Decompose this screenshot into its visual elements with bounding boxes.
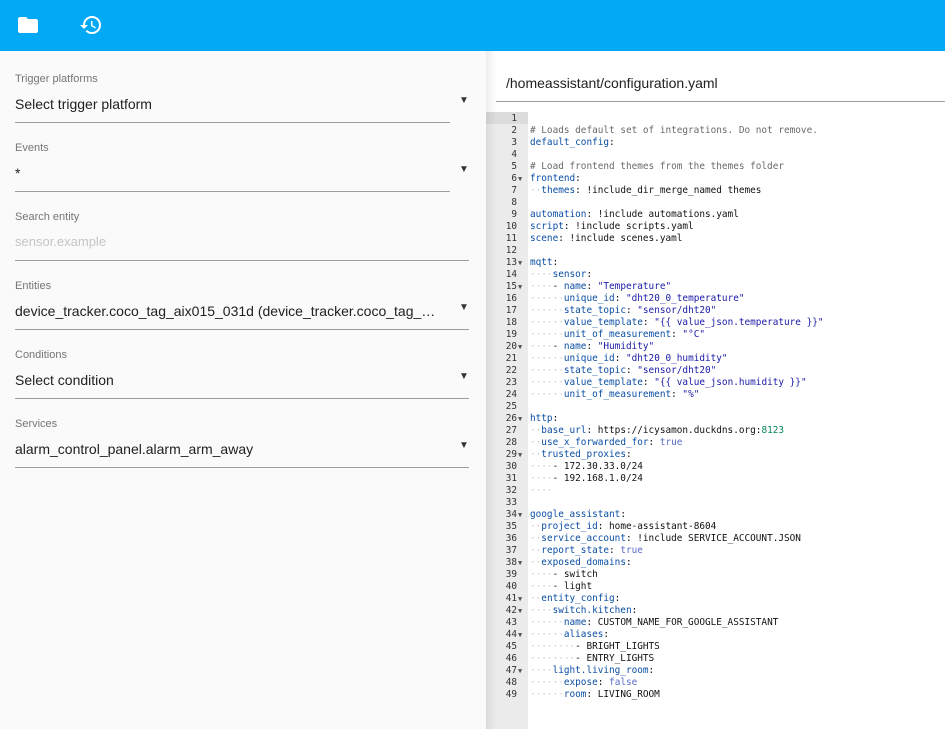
code-line[interactable]: ······unit_of_measurement: "%" [530,389,699,401]
code-line[interactable]: scene: !include scenes.yaml [530,233,682,245]
fold-toggle-icon[interactable]: ▼ [518,413,522,425]
fold-toggle-icon[interactable]: ▼ [518,593,522,605]
top-toolbar [0,0,945,51]
entities-label: Entities [15,280,52,292]
fold-toggle-icon[interactable]: ▼ [518,665,522,677]
code-line[interactable]: ····- name: "Temperature" [530,281,671,293]
code-line[interactable]: # Load frontend themes from the themes f… [530,161,784,173]
field-underline [15,191,450,192]
search-entity-label: Search entity [15,211,80,223]
code-line[interactable]: ··base_url: https://icysamon.duckdns.org… [530,425,784,437]
field-underline [15,122,450,123]
code-line[interactable]: ····- light [530,581,592,593]
code-line[interactable]: ··service_account: !include SERVICE_ACCO… [530,533,801,545]
code-line[interactable]: ····- 192.168.1.0/24 [530,473,643,485]
code-line[interactable]: ······room: LIVING_ROOM [530,689,660,701]
file-path[interactable]: /homeassistant/configuration.yaml [506,75,718,91]
services-value[interactable]: alarm_control_panel.alarm_arm_away [15,441,440,457]
code-line[interactable]: ······state_topic: "sensor/dht20" [530,305,716,317]
history-icon[interactable] [79,13,103,37]
conditions-value[interactable]: Select condition [15,372,440,388]
left-panel: Trigger platforms Select trigger platfor… [0,51,486,729]
code-line[interactable]: google_assistant: [530,509,626,521]
code-line[interactable]: ········- BRIGHT_LIGHTS [530,641,660,653]
fold-toggle-icon[interactable]: ▼ [518,557,522,569]
code-line[interactable]: http: [530,413,558,425]
code-line[interactable]: automation: !include automations.yaml [530,209,739,221]
fold-toggle-icon[interactable]: ▼ [518,341,522,353]
code-area[interactable]: # Loads default set of integrations. Do … [528,112,945,729]
conditions-label: Conditions [15,349,67,361]
code-line[interactable]: ······aliases: [530,629,609,641]
code-line[interactable]: ··trusted_proxies: [530,449,632,461]
field-underline [15,260,469,261]
dropdown-arrow-icon[interactable]: ▼ [459,302,469,313]
code-line[interactable]: ····switch.kitchen: [530,605,637,617]
code-line[interactable]: ····- 172.30.33.0/24 [530,461,643,473]
code-line[interactable]: ···· [530,485,553,497]
code-line[interactable]: ····- name: "Humidity" [530,341,654,353]
code-editor[interactable]: 1 2 3 4 5 6 ▼ 7 8 9 10 11 12 13 ▼ 14 15 ▼ 16 17 18 19 20 ▼ 21 22 2… [486,112,945,729]
code-line[interactable]: ······unique_id: "dht20_0_temperature" [530,293,745,305]
panel-divider-shadow [486,51,496,729]
trigger-platform-label: Trigger platforms [15,73,98,85]
field-underline [15,329,469,330]
code-line[interactable]: ····- switch [530,569,598,581]
trigger-platform-value[interactable]: Select trigger platform [15,96,440,112]
code-line[interactable]: ··themes: !include_dir_merge_named theme… [530,185,761,197]
code-line[interactable]: ······expose: false [530,677,637,689]
dropdown-arrow-icon[interactable]: ▼ [459,371,469,382]
code-line[interactable]: ······value_template: "{{ value_json.hum… [530,377,807,389]
fold-toggle-icon[interactable]: ▼ [518,449,522,461]
code-line[interactable]: # Loads default set of integrations. Do … [530,125,818,137]
code-line[interactable]: ··project_id: home-assistant-8604 [530,521,716,533]
fold-toggle-icon[interactable]: ▼ [518,605,522,617]
code-line[interactable]: ··use_x_forwarded_for: true [530,437,682,449]
code-line[interactable]: ······unique_id: "dht20_0_humidity" [530,353,728,365]
folder-icon[interactable] [16,13,40,37]
entities-value[interactable]: device_tracker.coco_tag_aix015_031d (dev… [15,303,440,319]
code-line[interactable]: ······name: CUSTOM_NAME_FOR_GOOGLE_ASSIS… [530,617,778,629]
code-line[interactable]: script: !include scripts.yaml [530,221,694,233]
events-value[interactable]: * [15,165,440,181]
code-line[interactable]: ··entity_config: [530,593,620,605]
editor-panel: /homeassistant/configuration.yaml 123456… [486,51,945,729]
events-label: Events [15,142,49,154]
code-line[interactable]: mqtt: [530,257,558,269]
code-line[interactable]: ······unit_of_measurement: "°C" [530,329,705,341]
fold-toggle-icon[interactable]: ▼ [518,257,522,269]
fold-toggle-icon[interactable]: ▼ [518,173,522,185]
file-path-underline [496,101,945,102]
fold-toggle-icon[interactable]: ▼ [518,281,522,293]
dropdown-arrow-icon[interactable]: ▼ [459,95,469,106]
code-line[interactable]: ····light.living_room: [530,665,654,677]
code-line[interactable]: default_config: [530,137,615,149]
fold-toggle-icon[interactable]: ▼ [518,509,522,521]
dropdown-arrow-icon[interactable]: ▼ [459,440,469,451]
search-entity-input[interactable]: sensor.example [15,234,440,249]
code-line[interactable]: ····sensor: [530,269,592,281]
code-line[interactable]: ··report_state: true [530,545,643,557]
code-line[interactable]: frontend: [530,173,581,185]
field-underline [15,467,469,468]
code-line[interactable]: ········- ENTRY_LIGHTS [530,653,654,665]
dropdown-arrow-icon[interactable]: ▼ [459,164,469,175]
code-line[interactable]: ······value_template: "{{ value_json.tem… [530,317,824,329]
code-line[interactable]: ··exposed_domains: [530,557,632,569]
code-line[interactable]: ······state_topic: "sensor/dht20" [530,365,716,377]
services-label: Services [15,418,58,430]
fold-toggle-icon[interactable]: ▼ [518,629,522,641]
field-underline [15,398,469,399]
